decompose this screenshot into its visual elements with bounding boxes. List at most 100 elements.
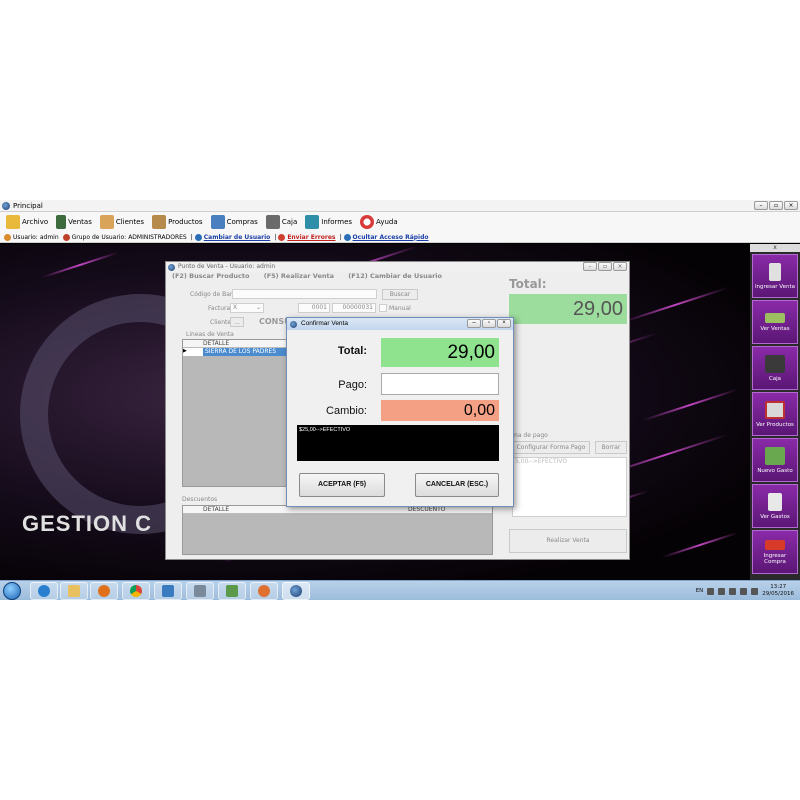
discounts-grid[interactable]: DETALLE DESCUENTO [182,505,493,555]
taskbar-chrome[interactable] [122,582,150,600]
chrome-icon [130,585,142,597]
chart-icon [305,215,320,229]
invoice-type-select[interactable]: X ⌄ [230,303,264,313]
volume-icon[interactable] [729,587,737,595]
dialog-restore-button[interactable]: ▫ [482,319,496,328]
invoice-number-field[interactable]: 00000031 [332,303,376,313]
cancel-button[interactable]: CANCELAR (ESC.) [415,473,499,497]
change-user-link[interactable]: Cambiar de Usuario [204,232,271,243]
invoice-label: Factura [208,305,231,312]
sidebar-ver-ventas[interactable]: Ver Ventas [752,300,798,344]
pv-close-button[interactable]: × [613,262,627,271]
payment-list[interactable]: 5,00-->EFECTIVO [512,457,627,517]
sidebar-item-label: Caja [768,375,782,382]
battery-icon[interactable] [751,587,759,595]
accept-button[interactable]: ACEPTAR (F5) [299,473,385,497]
sidebar-nuevo-gasto[interactable]: Nuevo Gasto [752,438,798,482]
shortcut-f2: (F2) Buscar Producto [172,272,250,280]
gestion-app-icon [290,585,302,597]
sidebar-item-label: Ingresar Venta [754,283,796,290]
sidebar-item-label: Ver Gastos [760,513,790,520]
dialog-title: Confirmar Venta [301,320,348,327]
sidebar-item-label: Nuevo Gasto [757,467,793,474]
clock[interactable]: 13:27 29/05/2016 [762,584,794,598]
change-user-icon [194,233,202,241]
delete-payment-button[interactable]: Borrar [595,441,627,454]
clock-date: 29/05/2016 [762,591,794,597]
configure-payment-button[interactable]: Configurar Forma Pago [512,441,590,454]
send-errors-icon [278,233,286,241]
payment-log: $25,00-->EFECTIVO [297,425,499,461]
menu-caja[interactable]: Caja [263,213,300,231]
cart-icon [210,215,225,229]
group-value: ADMINISTRADORES [128,233,187,241]
menu-archivo[interactable]: Archivo [3,213,51,231]
menu-ayuda[interactable]: Ayuda [357,213,401,231]
restore-button[interactable]: ▫ [769,201,783,210]
system-tray: EN 13:27 29/05/2016 [696,581,800,600]
user-label: Usuario: [13,233,38,241]
start-button[interactable] [3,582,21,600]
pv-total-label: Total: [509,277,547,291]
calculator-icon [56,215,67,229]
menu-ventas[interactable]: Ventas [53,213,95,231]
dialog-change-value: 0,00 [381,400,499,421]
taskbar-media-player[interactable] [90,582,118,600]
window-title: Principal [13,202,43,210]
taskbar-app[interactable] [250,582,278,600]
taskbar-explorer[interactable] [60,582,88,600]
hide-quick-access-link[interactable]: Ocultar Acceso Rápido [353,232,429,243]
pay-input[interactable] [381,373,499,395]
realizar-venta-button[interactable]: Realizar Venta [509,529,627,553]
taskbar-ie[interactable] [30,582,58,600]
decorative-streak [661,531,739,559]
table-row[interactable]: ▶ SIERRA DE LOS PADRES [183,348,299,356]
money-icon [765,446,785,465]
menu-clientes[interactable]: Clientes [97,213,147,231]
pv-minimize-button[interactable]: – [583,262,597,271]
pv-restore-button[interactable]: ▫ [598,262,612,271]
signal-icon[interactable] [740,587,748,595]
network-icon[interactable] [707,587,715,595]
flag-icon[interactable] [718,587,726,595]
manual-checkbox[interactable] [379,304,387,312]
sale-lines-grid[interactable]: DETALLE ▶ SIERRA DE LOS PADRES [182,339,300,487]
sidebar-ingresar-venta[interactable]: Ingresar Venta [752,254,798,298]
language-indicator[interactable]: EN [696,588,704,594]
payment-method-label: ma de pago [512,432,548,439]
menu-productos[interactable]: Productos [149,213,206,231]
sidebar-ver-gastos[interactable]: Ver Gastos [752,484,798,528]
sidebar-ingresar-compra[interactable]: Ingresar Compra [752,530,798,574]
taskbar-notepad[interactable] [218,582,246,600]
screen: Principal – ▫ × Archivo Ventas Clientes … [0,200,800,600]
lifebuoy-icon [360,215,375,229]
manual-label: Manual [389,305,411,312]
cash-bills-icon [765,312,785,323]
minimize-button[interactable]: – [754,201,768,210]
menu-informes[interactable]: Informes [302,213,355,231]
send-errors-link[interactable]: Enviar Errores [287,232,335,243]
search-product-button[interactable]: Buscar [382,289,418,300]
menu-bar: Archivo Ventas Clientes Productos Compra… [0,212,800,232]
line-detail-cell: SIERRA DE LOS PADRES [203,348,299,356]
menu-compras[interactable]: Compras [208,213,261,231]
barcode-input[interactable] [232,289,377,299]
close-button[interactable]: × [784,201,798,210]
taskbar-remote[interactable] [154,582,182,600]
app-logo-icon [290,321,297,328]
client-search-button[interactable]: ... [230,317,244,327]
sidebar-close-button[interactable]: x [750,244,800,252]
pv-title-bar: Punto de Venta - Usuario: admin – ▫ × [166,262,629,272]
decorative-streak [622,287,728,323]
taskbar-gestion[interactable] [282,582,310,600]
taskbar-tools[interactable] [186,582,214,600]
app-logo-icon [168,264,175,271]
user-value: admin [39,233,59,241]
sidebar-ver-productos[interactable]: Ver Productos [752,392,798,436]
box-icon [152,215,167,229]
dialog-close-button[interactable]: × [497,319,511,328]
invoice-point-field[interactable]: 0001 [298,303,330,313]
brand-text: GESTION C [22,511,153,536]
sidebar-caja[interactable]: Caja [752,346,798,390]
dialog-minimize-button[interactable]: – [467,319,481,328]
